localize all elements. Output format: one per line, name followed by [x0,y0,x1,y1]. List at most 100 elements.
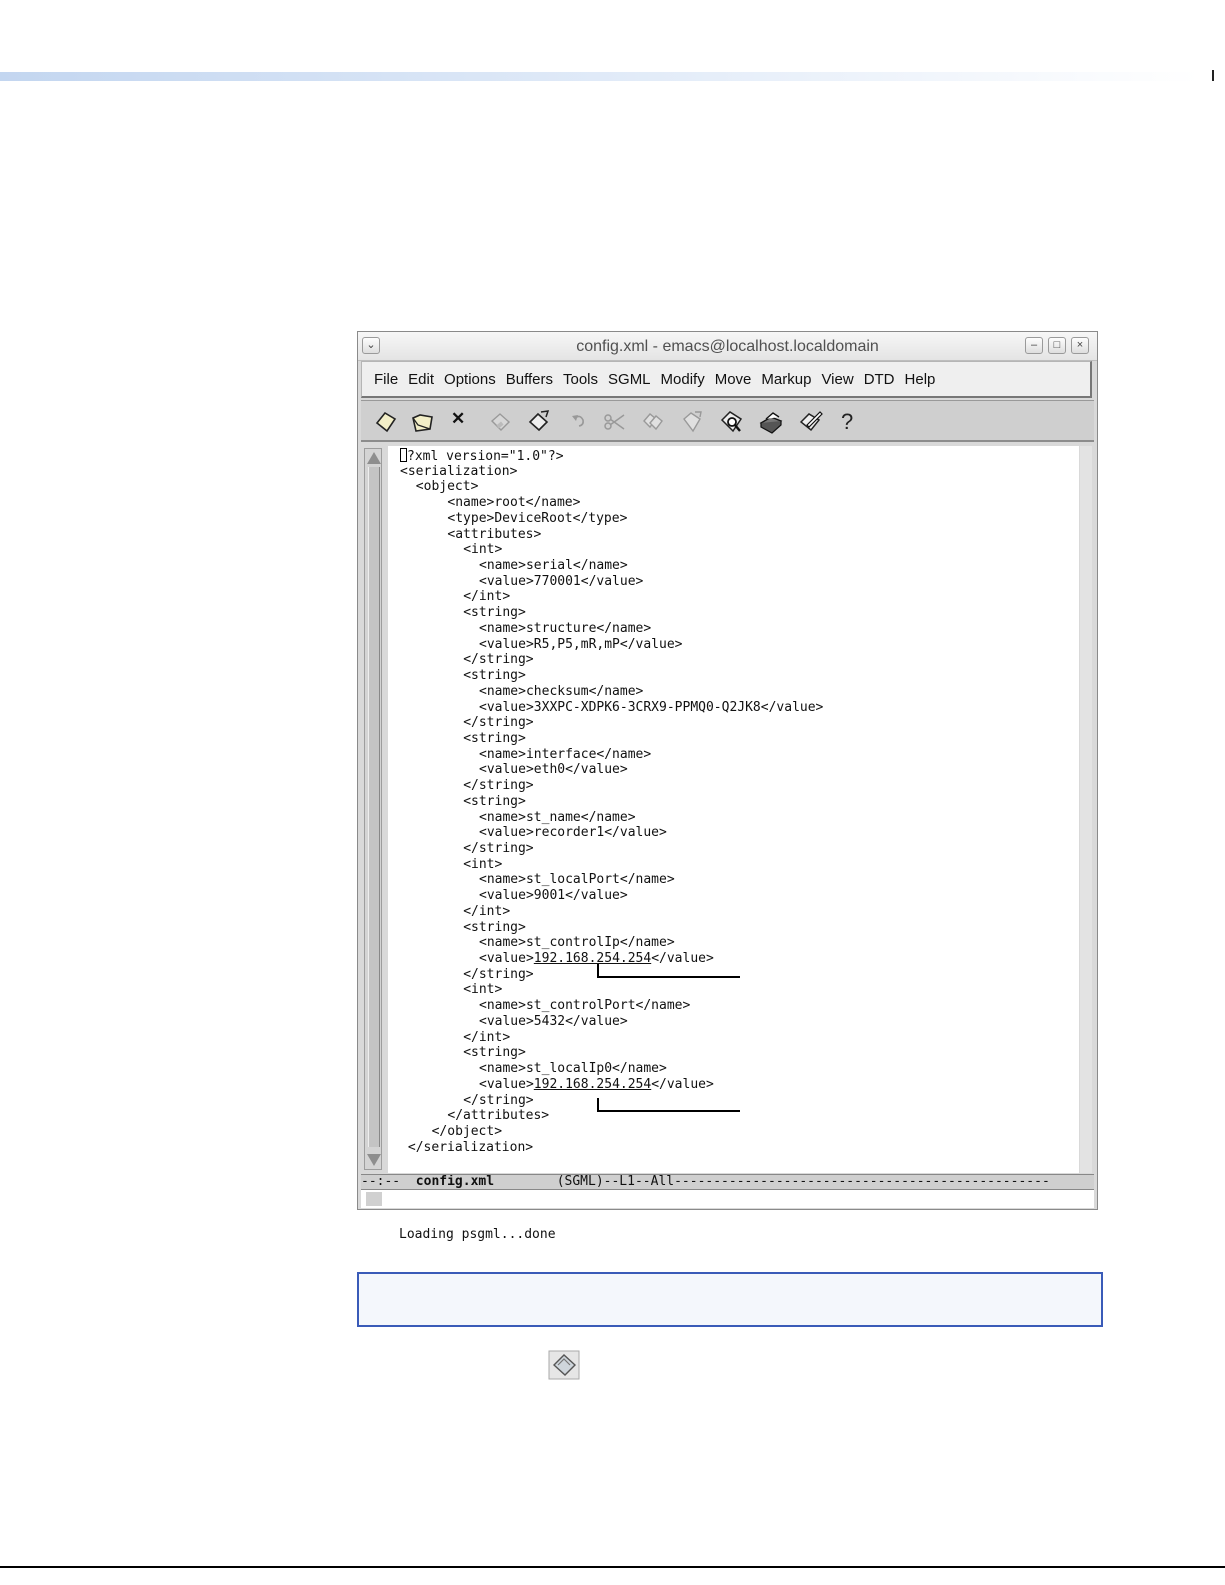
code-line: </string> [463,966,534,982]
menu-file[interactable]: File [374,371,398,388]
menu-options[interactable]: Options [444,371,496,388]
copy-icon[interactable] [640,409,666,435]
code-line: <name>st_controlIp</name> [479,935,675,951]
code-line: <string> [463,919,526,935]
code-line: <int> [463,982,503,998]
code-line: <name>st_name</name> [479,809,636,825]
edit-icon[interactable] [798,409,824,435]
echo-area-marker [366,1192,382,1206]
close-buffer-icon[interactable]: ✕ [451,409,477,435]
menu-move[interactable]: Move [715,371,752,388]
open-folder-icon[interactable] [410,409,436,435]
vertical-scrollbar[interactable] [364,448,382,1170]
code-line: <value>eth0</value> [479,762,628,778]
menu-view[interactable]: View [821,371,853,388]
code-line: <type>DeviceRoot</type> [447,510,628,526]
code-line: </int> [463,903,511,919]
code-line: <int> [463,856,503,872]
window-title: config.xml - emacs@localhost.localdomain [576,338,879,355]
minimize-button[interactable]: – [1025,337,1043,354]
scroll-up-arrow-icon[interactable] [367,452,381,464]
code-line: <name>interface</name> [479,746,652,762]
maximize-icon: □ [1053,339,1061,351]
code-line: </int> [463,589,511,605]
code-line: <name>checksum</name> [479,683,644,699]
code-line: <name>st_localPort</name> [479,872,675,888]
save-as-icon[interactable] [526,409,552,435]
code-line: </attributes> [447,1108,550,1124]
code-line: <name>st_localIp0</name> [479,1061,667,1077]
mode-line-prefix: --:-- [361,1174,416,1189]
code-line: <string> [463,1045,526,1061]
save-icon[interactable] [487,409,513,435]
menu-help[interactable]: Help [905,371,936,388]
code-line: <string> [463,730,526,746]
header-rule-mark [1212,70,1214,81]
emacs-window: ⌄ config.xml - emacs@localhost.localdoma… [357,331,1098,1242]
code-line: </string> [463,778,534,794]
code-line: <value>5432</value> [479,1013,628,1029]
code-line: <value>770001</value> [479,573,644,589]
menu-bar: File Edit Options Buffers Tools SGML Mod… [361,361,1092,398]
code-line: <value>192.168.254.254</value> [479,1076,714,1092]
new-file-icon[interactable] [373,409,399,435]
code-line: </object> [431,1123,503,1139]
code-line: <serialization> [400,463,518,479]
text-cursor [400,448,407,462]
code-line: </string> [463,841,534,856]
code-line: </string> [463,652,534,668]
menu-dtd[interactable]: DTD [864,371,895,388]
search-icon[interactable] [719,409,745,435]
code-line: <string> [463,605,526,621]
print-icon[interactable] [758,409,784,435]
code-line: ?xml version="1.0"?> [400,448,564,465]
right-fringe [1080,446,1092,1173]
code-line: <value>recorder1</value> [479,825,667,841]
code-line: </string> [463,715,534,731]
menu-tools[interactable]: Tools [563,371,598,388]
menu-markup[interactable]: Markup [761,371,811,388]
code-line: <value>9001</value> [479,888,628,904]
title-bar[interactable]: ⌄ config.xml - emacs@localhost.localdoma… [358,332,1097,361]
code-line: <value>3XXPC-XDPK6-3CRX9-PPMQ0-Q2JK8</va… [479,699,824,715]
close-icon: × [1076,339,1084,351]
help-icon[interactable]: ? [841,409,867,435]
cut-icon[interactable] [601,409,627,435]
code-line: </int> [463,1029,511,1045]
code-line: <name>st_controlPort</name> [479,998,691,1014]
callout-line-control-ip [597,964,740,978]
code-line: <attributes> [447,526,542,542]
code-line: <value>R5,P5,mR,mP</value> [479,636,683,652]
echo-area-message: Loading psgml...done [399,1227,556,1242]
menu-edit[interactable]: Edit [408,371,434,388]
menu-sgml[interactable]: SGML [608,371,651,388]
code-line: <int> [463,542,503,558]
callout-line-local-ip [597,1098,740,1112]
mode-line-buffer-name: config.xml [415,1174,495,1189]
save-icon [548,1350,580,1380]
scroll-thumb[interactable] [368,467,380,1147]
code-line: <object> [415,479,479,495]
code-line: <name>root</name> [447,495,581,511]
paste-icon[interactable] [679,409,705,435]
scroll-down-arrow-icon[interactable] [367,1154,381,1166]
close-button[interactable]: × [1071,337,1089,354]
footer-rule [0,1566,1225,1568]
code-line: <string> [463,793,526,809]
code-line: <name>serial</name> [479,558,628,574]
ip-address-value[interactable]: 192.168.254.254 [534,1077,651,1092]
minimize-icon: – [1030,339,1038,351]
menu-buffers[interactable]: Buffers [506,371,553,388]
header-rule [0,72,1200,81]
note-box [357,1272,1103,1327]
undo-icon[interactable] [566,409,592,435]
tool-bar: ✕ ? [361,400,1094,442]
editor-buffer[interactable]: ?xml version="1.0"?> <serialization> <obje… [388,446,1079,1173]
code-line: <name>structure</name> [479,620,652,636]
code-line: </serialization> [407,1139,534,1155]
mode-line-status: (SGML)--L1--All-------------------------… [494,1174,1050,1189]
menu-modify[interactable]: Modify [661,371,705,388]
mode-line: --:-- config.xml (SGML)--L1--All--------… [361,1174,1094,1190]
code-line: <string> [463,668,526,684]
maximize-button[interactable]: □ [1048,337,1066,354]
